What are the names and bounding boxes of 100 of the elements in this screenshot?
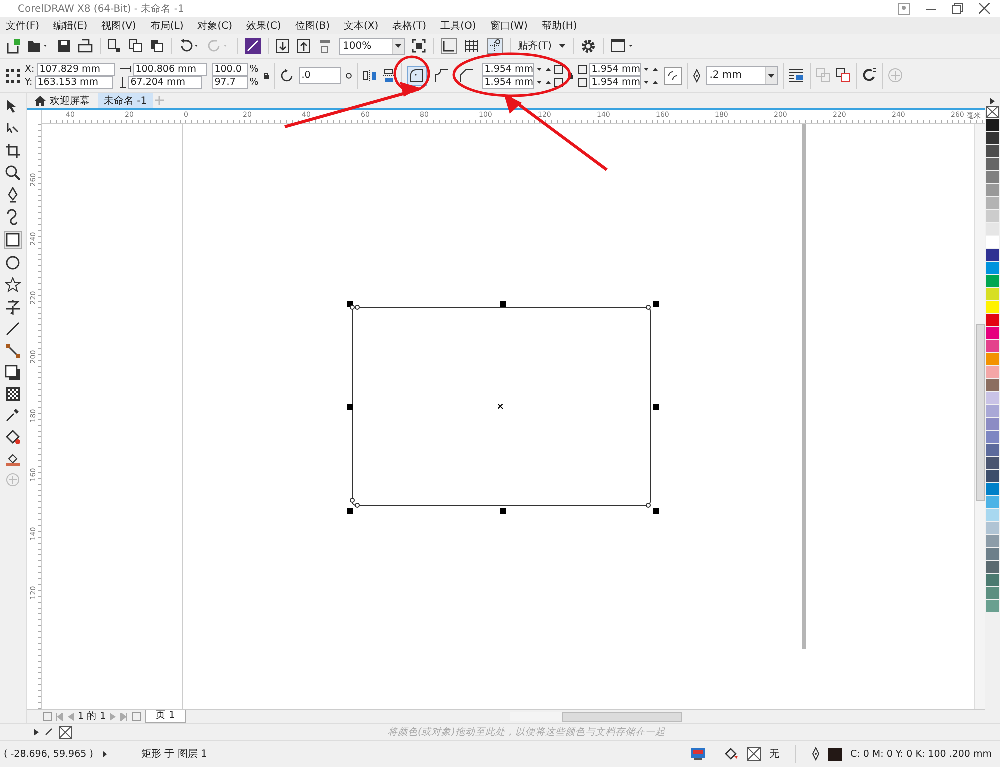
mirror-vertical-icon[interactable]	[382, 68, 396, 82]
window-layout-icon[interactable]	[610, 39, 635, 53]
color-swatch[interactable]	[986, 509, 999, 521]
lock-icon[interactable]	[264, 72, 269, 78]
rulers-icon[interactable]	[441, 38, 457, 54]
color-swatch[interactable]	[986, 158, 999, 170]
menu-item[interactable]: 视图(V)	[102, 18, 136, 32]
menu-item[interactable]: 对象(C)	[198, 18, 233, 32]
color-swatch[interactable]	[986, 431, 999, 443]
color-swatch[interactable]	[986, 145, 999, 157]
no-color-swatch-icon[interactable]	[986, 106, 999, 118]
grid-icon[interactable]	[464, 38, 480, 54]
color-swatch[interactable]	[986, 522, 999, 534]
menu-item[interactable]: 效果(C)	[246, 18, 282, 32]
copy-icon[interactable]	[129, 39, 143, 53]
spinner-icon[interactable]	[642, 66, 659, 72]
color-swatch[interactable]	[986, 184, 999, 196]
corner-radius-field[interactable]: 1.954 mm	[588, 76, 641, 88]
close-icon[interactable]	[979, 3, 990, 14]
selection-handle[interactable]	[500, 508, 506, 514]
scale-y-field[interactable]: 97.7	[212, 76, 248, 88]
selection-handle[interactable]	[347, 301, 353, 307]
tray-arrow-icon[interactable]	[34, 728, 39, 736]
corner-radius-field[interactable]: 1.954 mm	[588, 62, 641, 76]
fill-bucket-icon[interactable]	[5, 429, 21, 445]
document-tab[interactable]: 未命名 -1	[98, 93, 154, 108]
menu-item[interactable]: 帮助(H)	[542, 18, 578, 32]
corner-type-button[interactable]	[406, 66, 427, 86]
vertical-scrollbar[interactable]	[974, 124, 985, 709]
color-swatch[interactable]	[986, 171, 999, 183]
spinner-icon[interactable]	[536, 79, 552, 85]
selection-handle[interactable]	[653, 508, 659, 514]
line-tool-icon[interactable]	[5, 321, 21, 337]
text-tool-icon[interactable]	[5, 299, 21, 315]
color-swatch[interactable]	[986, 197, 999, 209]
corner-node[interactable]	[646, 503, 651, 508]
selection-handle[interactable]	[347, 404, 353, 410]
selection-handle[interactable]	[653, 301, 659, 307]
print-icon[interactable]	[78, 39, 93, 53]
snap-menu-button[interactable]: 贴齐(T)	[518, 39, 552, 53]
save-icon[interactable]	[57, 39, 71, 53]
color-swatch[interactable]	[986, 496, 999, 508]
color-swatch[interactable]	[986, 548, 999, 560]
height-field[interactable]: 67.204 mm	[128, 76, 202, 88]
color-swatch[interactable]	[986, 600, 999, 612]
color-swatch[interactable]	[986, 119, 999, 131]
drop-shadow-icon[interactable]	[5, 365, 21, 381]
undo-icon[interactable]	[179, 39, 201, 53]
guidelines-icon[interactable]	[487, 38, 503, 54]
color-swatch[interactable]	[986, 392, 999, 404]
menu-item[interactable]: 布局(L)	[150, 18, 184, 32]
reference-point-icon[interactable]	[6, 68, 20, 82]
corner-radius-field[interactable]: 1.954 mm	[482, 62, 534, 76]
menu-item[interactable]: 工具(O)	[440, 18, 476, 32]
selection-handle[interactable]	[500, 301, 506, 307]
width-field[interactable]: 100.806 mm	[132, 62, 207, 76]
convert-to-curves-icon[interactable]	[862, 68, 877, 83]
color-swatch[interactable]	[986, 314, 999, 326]
color-swatch[interactable]	[986, 418, 999, 430]
scale-corners-icon[interactable]	[664, 66, 682, 84]
color-swatch[interactable]	[986, 366, 999, 378]
color-swatch[interactable]	[986, 353, 999, 365]
color-swatch[interactable]	[986, 223, 999, 235]
outline-width-dropdown[interactable]: .2 mm	[706, 66, 778, 85]
restore-icon[interactable]	[952, 3, 963, 14]
color-swatch[interactable]	[986, 249, 999, 261]
color-swatch[interactable]	[986, 379, 999, 391]
export-icon[interactable]	[297, 38, 311, 54]
scrollbar-thumb[interactable]	[976, 324, 985, 501]
import-icon[interactable]	[276, 38, 290, 54]
fullscreen-icon[interactable]	[412, 39, 426, 53]
corner-node[interactable]	[355, 305, 360, 310]
y-position-field[interactable]: 163.153 mm	[34, 76, 113, 88]
expand-arrow-icon[interactable]	[103, 750, 108, 758]
scrollbar-thumb[interactable]	[562, 712, 682, 722]
menu-item[interactable]: 窗口(W)	[490, 18, 528, 32]
scale-x-field[interactable]: 100.0	[212, 62, 248, 76]
folder-icon[interactable]	[28, 39, 50, 53]
corner-node[interactable]	[350, 498, 355, 503]
crop-icon[interactable]	[5, 143, 21, 159]
spinner-icon[interactable]	[536, 66, 552, 72]
color-swatch[interactable]	[986, 405, 999, 417]
lock-icon[interactable]	[568, 72, 573, 78]
horizontal-scrollbar[interactable]	[510, 712, 680, 721]
monitor-icon[interactable]	[691, 748, 706, 760]
color-swatch[interactable]	[986, 561, 999, 573]
break-apart-icon[interactable]	[836, 68, 851, 83]
color-swatch[interactable]	[986, 275, 999, 287]
menu-item[interactable]: 文件(F)	[6, 18, 40, 32]
color-swatch[interactable]	[986, 444, 999, 456]
color-swatch[interactable]	[986, 457, 999, 469]
color-swatch[interactable]	[986, 340, 999, 352]
text-wrap-icon[interactable]	[788, 68, 805, 82]
selection-handle[interactable]	[653, 404, 659, 410]
corner-radius-field[interactable]: 1.954 mm	[482, 76, 534, 88]
rotation-field[interactable]: .0	[298, 67, 341, 84]
settings-icon[interactable]	[580, 38, 596, 54]
color-swatch[interactable]	[986, 210, 999, 222]
corner-node[interactable]	[646, 305, 651, 310]
rotate-icon[interactable]	[280, 68, 294, 82]
